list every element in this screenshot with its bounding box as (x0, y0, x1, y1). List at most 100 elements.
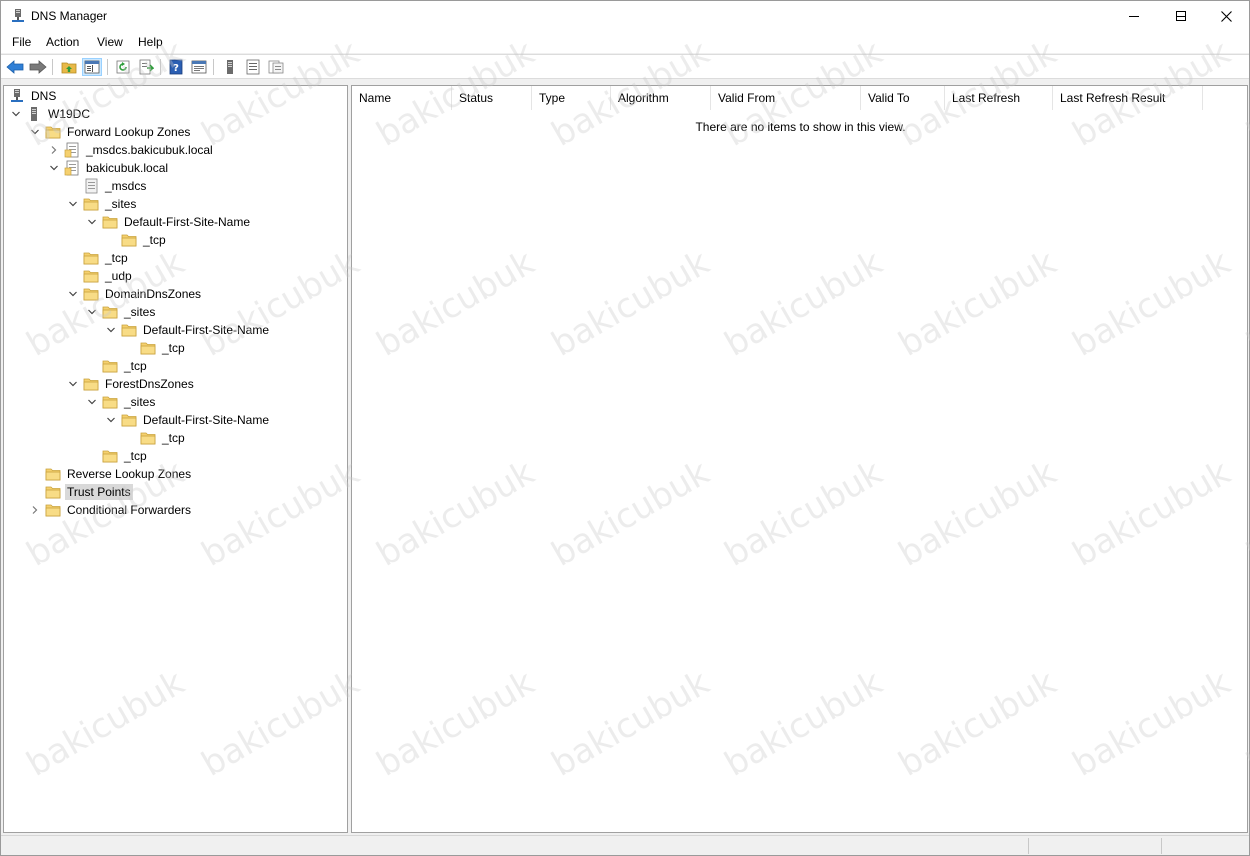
tree-node[interactable]: Conditional Forwarders (29, 501, 193, 519)
back-arrow-icon (6, 60, 24, 74)
menu-file[interactable]: File (12, 35, 31, 49)
tree-node-label: _tcp (105, 251, 128, 265)
tree-node[interactable]: Reverse Lookup Zones (29, 465, 193, 483)
tree-node-label: _tcp (124, 449, 147, 463)
expand-toggle[interactable] (29, 504, 41, 516)
delegation-icon (83, 178, 99, 194)
tree-node-label: Reverse Lookup Zones (67, 467, 192, 481)
tree-node[interactable]: _sites (67, 195, 138, 213)
tree-node-label: DomainDnsZones (105, 287, 202, 301)
detail-view-button[interactable] (266, 58, 286, 76)
console-tree[interactable]: DNS W19DC Forward Lookup Zones _msdcs.bakic… (3, 85, 348, 833)
list-view-icon (246, 59, 260, 75)
collapse-toggle[interactable] (10, 108, 22, 120)
tree-node[interactable]: _udp (67, 267, 134, 285)
tree-node[interactable]: _msdcs.bakicubuk.local (48, 141, 215, 159)
folder-icon (45, 502, 61, 518)
refresh-button[interactable] (113, 58, 133, 76)
menu-help[interactable]: Help (138, 35, 163, 49)
tree-node[interactable]: DNS (9, 87, 58, 105)
maximize-button[interactable] (1158, 1, 1204, 31)
collapse-toggle[interactable] (86, 396, 98, 408)
menu-action[interactable]: Action (46, 35, 79, 49)
list-view-button[interactable] (243, 58, 263, 76)
collapse-toggle[interactable] (48, 162, 60, 174)
collapse-toggle[interactable] (105, 414, 117, 426)
menu-bar: File Action View Help (1, 31, 1249, 53)
title-bar[interactable]: DNS Manager (1, 1, 1249, 31)
tree-node[interactable]: W19DC (10, 105, 92, 123)
folder-icon (102, 304, 118, 320)
tree-node-label: Default-First-Site-Name (143, 413, 270, 427)
server-view-button[interactable] (220, 58, 240, 76)
tree-node-label: bakicubuk.local (86, 161, 169, 175)
up-one-level-button[interactable] (59, 58, 79, 76)
folder-icon (102, 214, 118, 230)
column-header-algorithm[interactable]: Algorithm (611, 86, 711, 110)
tree-node-label: _sites (105, 197, 137, 211)
tree-node-label: _tcp (124, 359, 147, 373)
tree-node[interactable]: Default-First-Site-Name (86, 213, 252, 231)
folder-icon (83, 250, 99, 266)
collapse-toggle[interactable] (86, 306, 98, 318)
tree-node[interactable]: DomainDnsZones (67, 285, 203, 303)
collapse-toggle[interactable] (29, 126, 41, 138)
tree-node[interactable]: ForestDnsZones (67, 375, 196, 393)
export-list-icon (139, 59, 154, 75)
tree-node[interactable]: _sites (86, 393, 157, 411)
folder-icon (102, 394, 118, 410)
help-button[interactable]: ? (166, 58, 186, 76)
tree-node[interactable]: _tcp (124, 429, 187, 447)
close-button[interactable] (1203, 1, 1249, 31)
tree-node[interactable]: _tcp (86, 357, 149, 375)
results-list-view[interactable]: Name Status Type Algorithm Valid From Va… (351, 85, 1248, 833)
window-title: DNS Manager (31, 9, 108, 23)
chevron-down-icon (88, 309, 96, 315)
collapse-toggle[interactable] (67, 288, 79, 300)
tree-node[interactable]: Forward Lookup Zones (29, 123, 192, 141)
tree-node[interactable]: Default-First-Site-Name (105, 411, 271, 429)
tree-node[interactable]: Default-First-Site-Name (105, 321, 271, 339)
column-header-valid-from[interactable]: Valid From (711, 86, 861, 110)
tree-node[interactable]: _tcp (124, 339, 187, 357)
column-header-last-refresh-result[interactable]: Last Refresh Result (1053, 86, 1203, 110)
properties-button[interactable] (189, 58, 209, 76)
column-header-name[interactable]: Name (352, 86, 452, 110)
zone-icon (64, 142, 80, 158)
tree-node[interactable]: _tcp (67, 249, 130, 267)
folder-icon (140, 430, 156, 446)
tree-node-label: _udp (105, 269, 132, 283)
minimize-button-area[interactable] (1111, 1, 1157, 31)
collapse-toggle[interactable] (67, 198, 79, 210)
back-button[interactable] (5, 58, 25, 76)
tree-node[interactable]: _tcp (86, 447, 149, 465)
tree-node[interactable]: bakicubuk.local (48, 159, 170, 177)
column-header-last-refresh[interactable]: Last Refresh (945, 86, 1053, 110)
forward-button[interactable] (28, 58, 48, 76)
tree-node-label: Conditional Forwarders (67, 503, 192, 517)
dns-root-icon (9, 88, 25, 104)
column-header-status[interactable]: Status (452, 86, 532, 110)
tree-node[interactable]: Trust Points (29, 483, 133, 501)
collapse-toggle[interactable] (105, 324, 117, 336)
folder-icon (45, 466, 61, 482)
tree-node[interactable]: _msdcs (67, 177, 148, 195)
show-hide-console-tree-button[interactable] (82, 58, 102, 76)
tree-node-label: _msdcs (105, 179, 147, 193)
chevron-down-icon (107, 417, 115, 423)
expand-toggle[interactable] (48, 144, 60, 156)
collapse-toggle[interactable] (67, 378, 79, 390)
folder-icon (83, 286, 99, 302)
column-header-type[interactable]: Type (532, 86, 611, 110)
export-list-button[interactable] (136, 58, 156, 76)
tree-node[interactable]: _sites (86, 303, 157, 321)
tree-node[interactable]: _tcp (105, 231, 168, 249)
column-header-valid-to[interactable]: Valid To (861, 86, 945, 110)
chevron-down-icon (107, 327, 115, 333)
menu-view[interactable]: View (97, 35, 123, 49)
collapse-toggle[interactable] (86, 216, 98, 228)
